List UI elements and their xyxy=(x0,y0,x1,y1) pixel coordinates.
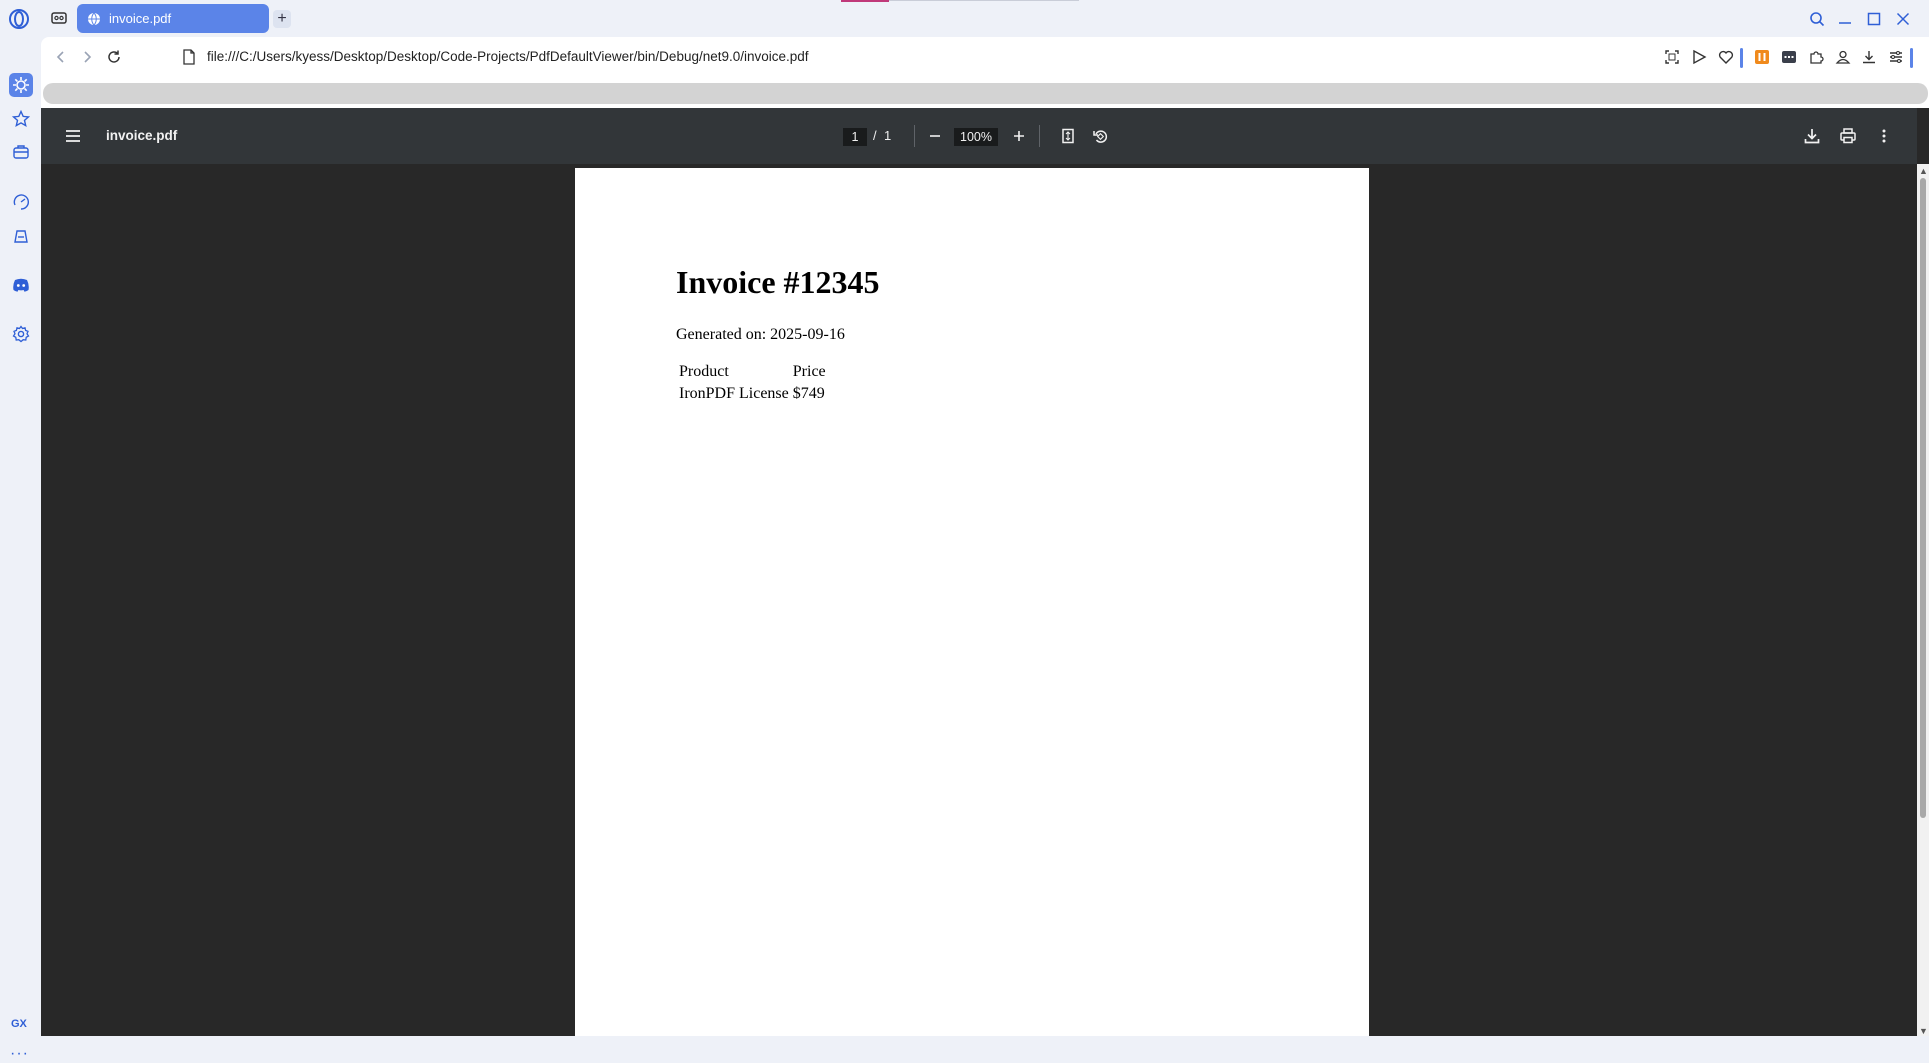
scroll-up-icon[interactable]: ▲ xyxy=(1919,166,1928,176)
player-icon[interactable] xyxy=(9,224,33,248)
workspaces-icon[interactable] xyxy=(9,140,33,164)
url-field[interactable]: file:///C:/Users/kyess/Desktop/Desktop/C… xyxy=(207,49,809,64)
toolbar-separator xyxy=(1910,48,1913,68)
bookmarks-strip xyxy=(41,77,1929,108)
settings-gear-icon[interactable] xyxy=(9,322,33,346)
maximize-icon[interactable] xyxy=(1863,8,1885,30)
forward-arrow-icon[interactable] xyxy=(77,47,97,67)
file-icon xyxy=(182,49,196,65)
toolbar-divider xyxy=(914,125,915,147)
send-icon[interactable] xyxy=(1689,47,1709,67)
downloads-icon[interactable] xyxy=(1859,47,1879,67)
header-product: Product xyxy=(679,363,729,380)
extensions-puzzle-icon[interactable] xyxy=(1806,47,1826,67)
vpn-account-icon[interactable] xyxy=(1833,47,1853,67)
title-bar: invoice.pdf + xyxy=(0,0,1929,37)
gx-corner-label[interactable]: GX xyxy=(11,1018,27,1030)
back-arrow-icon[interactable] xyxy=(51,47,71,67)
tab-invoice-pdf[interactable]: invoice.pdf xyxy=(77,4,269,33)
history-icon[interactable] xyxy=(9,190,33,214)
close-icon[interactable] xyxy=(1892,8,1914,30)
bookmarks-bar xyxy=(43,83,1928,104)
page-number-input[interactable]: 1 xyxy=(843,128,867,146)
opera-menu-icon[interactable] xyxy=(8,8,30,30)
tab-label: invoice.pdf xyxy=(109,11,172,26)
table-row: IronPDF License $749 xyxy=(678,384,827,404)
discord-icon[interactable] xyxy=(9,273,33,297)
invoice-table: Product Price IronPDF License $749 xyxy=(676,360,829,406)
page-separator: / xyxy=(873,128,877,143)
extension-dark-icon[interactable] xyxy=(1779,47,1799,67)
tab-manager-icon[interactable] xyxy=(50,10,70,28)
address-bar: file:///C:/Users/kyess/Desktop/Desktop/C… xyxy=(41,37,1929,77)
bookmarks-star-icon[interactable] xyxy=(9,107,33,131)
more-options-icon[interactable] xyxy=(1872,124,1896,148)
zoom-out-icon[interactable] xyxy=(923,124,947,148)
print-icon[interactable] xyxy=(1836,124,1860,148)
pdf-toolbar: invoice.pdf 1 / 1 100% xyxy=(41,108,1917,164)
page-total: 1 xyxy=(884,128,892,143)
cell-product: IronPDF License xyxy=(679,385,789,402)
generated-date: Generated on: 2025-09-16 xyxy=(676,326,845,343)
loading-indicator xyxy=(841,0,889,2)
invoice-heading: Invoice #12345 xyxy=(676,264,880,300)
header-price: Price xyxy=(792,363,826,380)
zoom-in-icon[interactable] xyxy=(1007,124,1031,148)
loading-track xyxy=(889,0,1079,1)
extension-orange-icon[interactable] xyxy=(1752,47,1772,67)
sidebar-more-button[interactable]: ··· xyxy=(10,1045,29,1063)
document-title: invoice.pdf xyxy=(106,128,178,143)
fit-page-icon[interactable] xyxy=(1056,124,1080,148)
pdf-viewer: invoice.pdf 1 / 1 100% Invoice #12345 Ge… xyxy=(41,108,1929,1036)
rotate-icon[interactable] xyxy=(1088,124,1112,148)
sidebar: GX ··· xyxy=(0,37,41,1062)
gx-control-icon[interactable] xyxy=(9,73,33,97)
vertical-scrollbar[interactable]: ▲ ▼ xyxy=(1917,164,1929,1036)
reload-icon[interactable] xyxy=(104,47,124,67)
download-icon[interactable] xyxy=(1800,124,1824,148)
snapshot-icon[interactable] xyxy=(1662,47,1682,67)
search-icon[interactable] xyxy=(1806,8,1828,30)
new-tab-button[interactable]: + xyxy=(273,10,291,28)
cell-price: $749 xyxy=(792,385,825,402)
heart-icon[interactable] xyxy=(1716,47,1736,67)
menu-hamburger-icon[interactable] xyxy=(63,126,83,146)
globe-icon xyxy=(87,12,101,26)
scrollbar-thumb[interactable] xyxy=(1920,178,1926,818)
scroll-down-icon[interactable]: ▼ xyxy=(1919,1026,1928,1036)
table-header-row: Product Price xyxy=(678,362,827,382)
minimize-icon[interactable] xyxy=(1834,8,1856,30)
toolbar-separator xyxy=(1740,48,1743,68)
toolbar-divider xyxy=(1039,125,1040,147)
zoom-input[interactable]: 100% xyxy=(954,128,998,146)
pdf-page: Invoice #12345 Generated on: 2025-09-16 … xyxy=(575,168,1369,1036)
easy-setup-icon[interactable] xyxy=(1886,47,1906,67)
